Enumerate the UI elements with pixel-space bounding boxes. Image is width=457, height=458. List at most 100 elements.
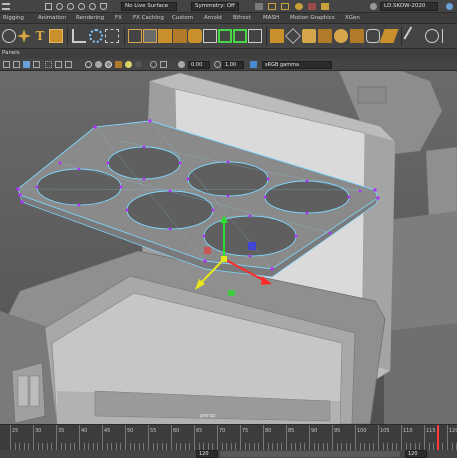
perspective-viewport[interactable]: persp	[0, 71, 457, 424]
render-settings-icon[interactable]	[255, 3, 263, 10]
tab-mash[interactable]: MASH	[263, 15, 279, 21]
tab-motion-graphics[interactable]: Motion Graphics	[290, 15, 335, 21]
exposure-field[interactable]: 0.00	[188, 61, 210, 69]
resolution-gate-icon[interactable]	[65, 61, 72, 68]
image-plane-icon[interactable]	[33, 61, 40, 68]
time-slider[interactable]: 25 30 35 40 45 50 55 60 65 70 75 80 85 90 95 100 105 110 1…	[0, 424, 457, 451]
panel-toolbar: 0.00 1.00 sRGB gamma	[0, 59, 457, 71]
range-end-field[interactable]: 120	[405, 450, 427, 458]
snap-surface-icon[interactable]	[89, 3, 96, 10]
user-icon[interactable]	[370, 3, 377, 10]
tab-fx[interactable]: FX	[115, 15, 122, 21]
boolean-icon[interactable]	[285, 28, 301, 44]
timeline-major-tick	[10, 425, 11, 451]
help-icon[interactable]	[446, 3, 453, 10]
snap-grid-icon[interactable]	[45, 3, 52, 10]
tab-rigging[interactable]: Rigging	[3, 15, 24, 21]
bevel-icon[interactable]	[218, 29, 232, 43]
timeline-major-tick	[401, 425, 402, 451]
sculpt-icon[interactable]	[72, 29, 86, 43]
svg-tool-icon[interactable]	[49, 29, 63, 43]
extrude-icon[interactable]	[248, 29, 262, 43]
mirror-icon[interactable]	[270, 29, 284, 43]
shelf-scroll-icon[interactable]	[442, 29, 456, 43]
arnold-render-icon[interactable]	[321, 3, 329, 10]
camera-attributes-icon[interactable]	[13, 61, 20, 68]
color-management-icon[interactable]	[250, 61, 257, 68]
panels-menu[interactable]: Panels	[2, 50, 20, 56]
range-slider-bar[interactable]	[220, 451, 400, 457]
tab-bifrost[interactable]: Bifrost	[233, 15, 251, 21]
timeline-tick-label: 50	[127, 428, 134, 434]
shadows-icon[interactable]	[135, 61, 142, 68]
wireframe-on-shaded-icon[interactable]	[105, 61, 112, 68]
bridge-icon[interactable]	[233, 29, 247, 43]
separate-icon[interactable]	[203, 29, 217, 43]
tab-rendering[interactable]: Rendering	[76, 15, 104, 21]
timeline-tick-label: 95	[334, 428, 341, 434]
shelf-settings-icon[interactable]	[425, 29, 439, 43]
timeline-tick-label: 75	[242, 428, 249, 434]
tab-xgen[interactable]: XGen	[345, 15, 360, 21]
render-frame-icon[interactable]	[268, 3, 276, 10]
timeline-major-tick	[79, 425, 80, 451]
gamma-field[interactable]: 1.00	[222, 61, 244, 69]
tab-animation[interactable]: Animation	[38, 15, 66, 21]
menu-mode-icon[interactable]	[2, 3, 10, 10]
snap-view-icon[interactable]	[78, 3, 85, 10]
delete-history-icon[interactable]	[173, 29, 187, 43]
timeline-major-tick	[332, 425, 333, 451]
grid-toggle-icon[interactable]	[45, 61, 52, 68]
sphere-uv-icon[interactable]	[334, 29, 348, 43]
freeze-icon[interactable]	[143, 29, 157, 43]
smooth-shade-icon[interactable]	[95, 61, 102, 68]
reduce-icon[interactable]	[318, 29, 332, 43]
exposure-icon[interactable]	[178, 61, 185, 68]
cube-icon[interactable]	[350, 29, 364, 43]
range-slider[interactable]: 120 120	[0, 450, 457, 458]
snap-curve-icon[interactable]	[56, 3, 63, 10]
lighting-icon[interactable]	[125, 61, 132, 68]
bookmarks-icon[interactable]	[23, 61, 30, 68]
center-pivot-icon[interactable]	[158, 29, 172, 43]
textured-icon[interactable]	[115, 61, 122, 68]
film-gate-icon[interactable]	[55, 61, 62, 68]
plane-icon[interactable]	[379, 29, 399, 43]
ipr-render-icon[interactable]	[281, 3, 289, 10]
gamma-icon[interactable]	[214, 61, 221, 68]
live-surface-dropdown[interactable]: No Live Surface	[121, 2, 177, 11]
timeline-tick-label: 85	[288, 428, 295, 434]
wireframe-icon[interactable]	[85, 61, 92, 68]
quad-draw-icon[interactable]	[105, 29, 119, 43]
type-tool-icon[interactable]: T	[33, 29, 47, 43]
user-account-dropdown[interactable]: LD.SKOW-2020	[380, 2, 438, 11]
symmetry-dropdown[interactable]: Symmetry: Off	[191, 2, 239, 11]
tab-arnold[interactable]: Arnold	[204, 15, 222, 21]
render-view-icon[interactable]	[308, 3, 316, 10]
view-transform-dropdown[interactable]: sRGB gamma	[262, 61, 332, 69]
star-tool-icon[interactable]	[17, 29, 31, 43]
shelf: T	[0, 24, 457, 49]
tab-custom[interactable]: Custom	[172, 15, 193, 21]
current-frame-marker[interactable]	[437, 425, 439, 451]
snap-magnet-icon[interactable]	[100, 3, 107, 10]
timeline-tick-label: 120	[449, 428, 457, 434]
hypershade-icon[interactable]	[295, 3, 303, 10]
select-camera-icon[interactable]	[3, 61, 10, 68]
shelf-tabs: Rigging Animation Rendering FX FX Cachin…	[0, 13, 457, 24]
snap-point-icon[interactable]	[67, 3, 74, 10]
paint-icon[interactable]	[403, 26, 423, 46]
isolate-select-icon[interactable]	[160, 61, 167, 68]
transform-icon[interactable]	[128, 29, 142, 43]
camera-label: persp	[200, 413, 216, 419]
target-weld-icon[interactable]	[89, 29, 103, 43]
combine-icon[interactable]	[188, 29, 202, 43]
tab-fx-caching[interactable]: FX Caching	[133, 15, 164, 21]
xray-icon[interactable]	[150, 61, 157, 68]
timeline-major-tick	[263, 425, 264, 451]
cylinder-icon[interactable]	[366, 29, 380, 43]
panel-menu-bar: Panels	[0, 49, 457, 59]
smooth-icon[interactable]	[302, 29, 316, 43]
lasso-icon[interactable]	[2, 29, 16, 43]
end-frame-field[interactable]: 120	[196, 450, 218, 458]
